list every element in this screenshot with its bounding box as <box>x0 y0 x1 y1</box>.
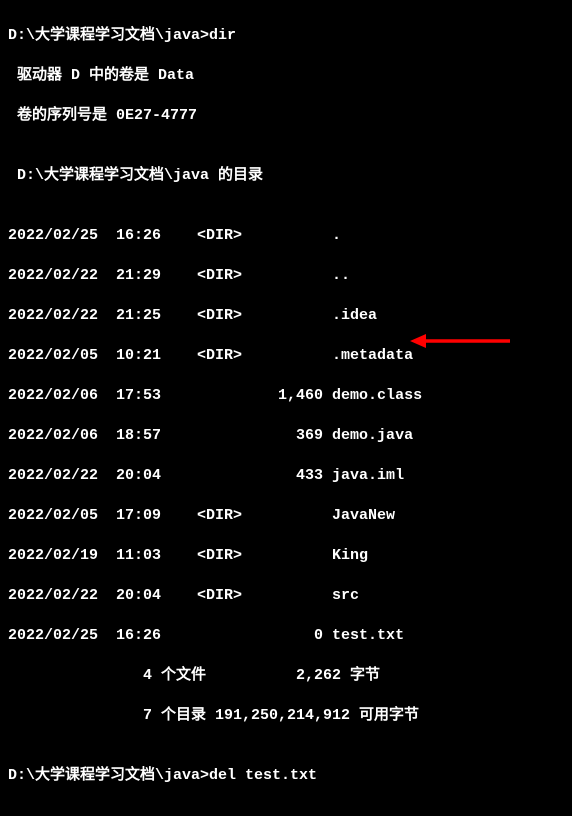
prompt-path: D:\大学课程学习文档\java <box>8 767 200 784</box>
volume-line: 驱动器 D 中的卷是 Data <box>8 66 564 86</box>
dir-row: 2022/02/05 17:09 <DIR> JavaNew <box>8 506 564 526</box>
dir-of-line: D:\大学课程学习文档\java 的目录 <box>8 166 564 186</box>
dir-row: 2022/02/25 16:26 <DIR> . <box>8 226 564 246</box>
prompt-path: D:\大学课程学习文档\java <box>8 27 200 44</box>
dir-row: 2022/02/22 20:04 <DIR> src <box>8 586 564 606</box>
dir-row: 2022/02/06 17:53 1,460 demo.class <box>8 386 564 406</box>
terminal-output: D:\大学课程学习文档\java>dir 驱动器 D 中的卷是 Data 卷的序… <box>0 0 572 816</box>
dir-row: 2022/02/05 10:21 <DIR> .metadata <box>8 346 564 366</box>
summary-dirs: 7 个目录 191,250,214,912 可用字节 <box>8 706 564 726</box>
dir-row: 2022/02/22 20:04 433 java.iml <box>8 466 564 486</box>
dir-row: 2022/02/22 21:25 <DIR> .idea <box>8 306 564 326</box>
serial-line: 卷的序列号是 0E27-4777 <box>8 106 564 126</box>
dir-row: 2022/02/19 11:03 <DIR> King <box>8 546 564 566</box>
dir-row: 2022/02/22 21:29 <DIR> .. <box>8 266 564 286</box>
prompt-line: D:\大学课程学习文档\java>del test.txt <box>8 766 564 786</box>
command-text: del test.txt <box>209 767 317 784</box>
prompt-line: D:\大学课程学习文档\java>dir <box>8 26 564 46</box>
command-text: dir <box>209 27 236 44</box>
dir-row-test-txt: 2022/02/25 16:26 0 test.txt <box>8 626 564 646</box>
dir-row: 2022/02/06 18:57 369 demo.java <box>8 426 564 446</box>
summary-files: 4 个文件 2,262 字节 <box>8 666 564 686</box>
